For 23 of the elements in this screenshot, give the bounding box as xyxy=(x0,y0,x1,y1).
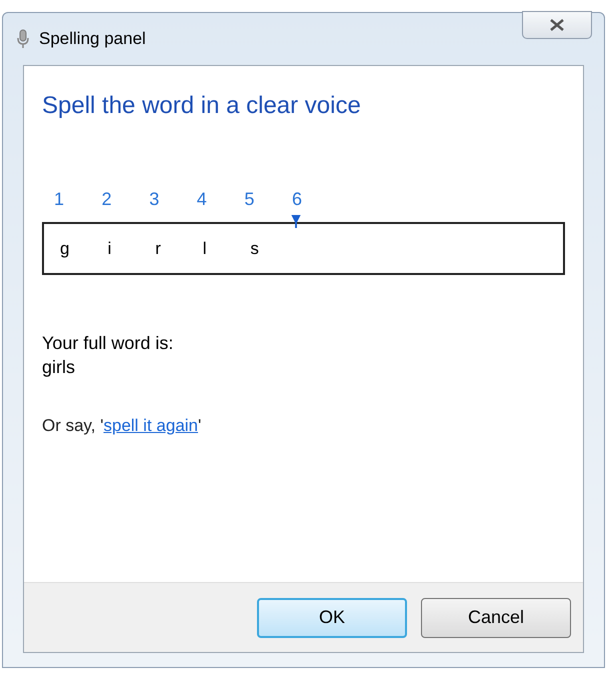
position-number: 2 xyxy=(102,188,112,211)
close-icon xyxy=(549,19,565,31)
letter: l xyxy=(202,238,207,258)
full-word-label: Your full word is: xyxy=(42,332,174,355)
letter: s xyxy=(250,238,259,258)
dialog-button[interactable]: Cancel xyxy=(421,598,571,638)
position-number: 6 xyxy=(292,188,302,211)
position-number: 4 xyxy=(196,188,207,211)
position-number: 3 xyxy=(149,188,160,211)
letter: i xyxy=(108,238,112,258)
window-title: Spelling panel xyxy=(39,28,146,50)
full-word-value: girls xyxy=(42,356,76,379)
position-number: 1 xyxy=(54,188,64,211)
spell-again-link[interactable]: spell it again xyxy=(104,416,198,435)
cursor-marker-icon xyxy=(290,215,301,228)
letter: g xyxy=(60,238,70,258)
instruction-heading: Spell the word in a clear voice xyxy=(42,91,362,121)
position-number: 5 xyxy=(244,188,254,211)
close-button[interactable] xyxy=(522,11,592,39)
dialog-button[interactable]: OK xyxy=(257,598,407,638)
hint-text: Or say, 'spell it again' xyxy=(42,415,202,437)
letter: r xyxy=(155,238,161,258)
microphone-icon xyxy=(17,29,29,49)
